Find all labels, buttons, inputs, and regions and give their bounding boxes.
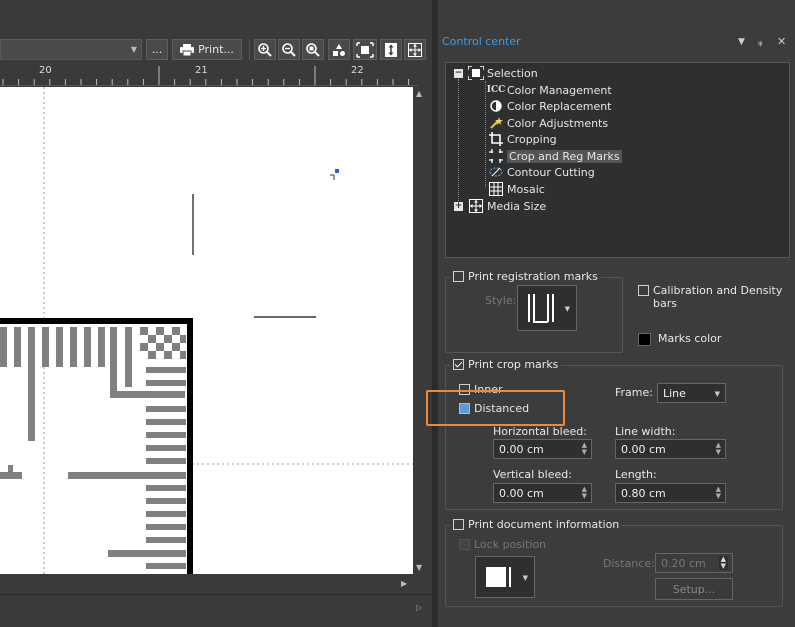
length-label: Length:	[615, 468, 657, 481]
document-info-checkbox[interactable]	[453, 519, 464, 530]
scroll-down-icon[interactable]: ▼	[416, 563, 422, 572]
highlight-box	[426, 390, 565, 426]
fit-selection-icon[interactable]	[353, 39, 377, 60]
spinner-icon[interactable]: ▲ ▼	[582, 486, 587, 500]
tree-node-cropping[interactable]: Cropping	[488, 131, 557, 147]
ruler-mark-21: 21	[195, 65, 208, 76]
mosaic-icon	[488, 181, 504, 197]
vertical-bleed-input[interactable]: 0.00 cm ▲ ▼	[493, 483, 592, 503]
spinner-icon[interactable]: ▲ ▼	[718, 556, 728, 570]
reg-style-icon	[528, 294, 554, 323]
fit-height-icon[interactable]	[380, 39, 402, 60]
tree-node-crop-and-reg-marks[interactable]: Crop and Reg Marks	[488, 148, 622, 164]
style-selector[interactable]: ▼	[517, 285, 577, 331]
style-label: Style:	[485, 294, 517, 307]
calibration-checkbox[interactable]	[638, 285, 649, 296]
expand-icon[interactable]: +	[454, 202, 463, 211]
registration-checkbox[interactable]	[453, 271, 464, 282]
tree-guide	[458, 79, 459, 205]
lock-position-checkbox[interactable]	[459, 539, 470, 550]
distance-label: Distance:	[603, 557, 655, 570]
magic-wand-icon	[488, 115, 504, 131]
print-button-label: Print...	[198, 43, 234, 56]
ruler-mark-22: 22	[351, 65, 364, 76]
frame-label: Frame:	[615, 386, 653, 399]
line-width-input[interactable]: 0.00 cm ▲ ▼	[615, 439, 726, 459]
selection-icon	[468, 65, 484, 81]
tree-node-color-adjustments[interactable]: Color Adjustments	[488, 115, 608, 131]
tree-node-mosaic[interactable]: Mosaic	[488, 181, 545, 197]
spinner-icon[interactable]: ▲ ▼	[716, 486, 721, 500]
shapes-icon[interactable]	[328, 39, 350, 60]
vertical-scrollbar[interactable]: ▲ ▼	[413, 87, 428, 574]
info-position-icon	[486, 567, 511, 587]
horizontal-bleed-label: Horizontal bleed:	[493, 425, 587, 438]
marks-color-label: Marks color	[658, 332, 722, 345]
zoom-selection-icon[interactable]	[302, 39, 324, 60]
status-expand-icon[interactable]: ▷	[416, 603, 422, 612]
horizontal-ruler: 20 21 22	[0, 64, 418, 86]
tree-node-media-size[interactable]: Media Size	[468, 198, 546, 214]
line-width-label: Line width:	[615, 425, 676, 438]
info-position-selector[interactable]: ▼	[475, 556, 535, 598]
lock-position-row[interactable]: Lock position	[459, 538, 546, 551]
horizontal-bleed-input[interactable]: 0.00 cm ▲ ▼	[493, 439, 592, 459]
media-size-icon	[468, 198, 484, 214]
crop-icon	[488, 131, 504, 147]
more-button[interactable]: ...	[146, 39, 168, 60]
zoom-out-icon[interactable]	[278, 39, 300, 60]
page-canvas[interactable]	[0, 87, 413, 574]
toolbar: ▼ ... Print...	[0, 0, 432, 62]
collapse-icon[interactable]: −	[454, 69, 463, 78]
chevron-down-icon: ▼	[564, 305, 570, 313]
chevron-down-icon: ▼	[522, 574, 528, 582]
pin-icon[interactable]: ᵩ	[758, 35, 763, 48]
distance-input[interactable]: 0.20 cm ▲ ▼	[655, 553, 733, 573]
fit-page-icon[interactable]	[404, 39, 426, 60]
spinner-icon[interactable]: ▲ ▼	[716, 442, 721, 456]
zoom-in-icon[interactable]	[254, 39, 276, 60]
page-artwork	[0, 87, 413, 574]
status-bar: ▷	[0, 594, 432, 627]
toolbar-separator	[249, 39, 250, 60]
tool-tree: − Selection ICC Color Management Color R…	[445, 62, 790, 258]
tree-node-color-replacement[interactable]: Color Replacement	[488, 98, 612, 114]
panel-menu-icon[interactable]: ▼	[738, 37, 745, 47]
control-center-panel: Control center ▼ ᵩ ✕ − Selection ICC Col…	[438, 0, 795, 627]
length-input[interactable]: 0.80 cm ▲ ▼	[615, 483, 726, 503]
calibration-checkbox-row[interactable]: Calibration and Density bars	[638, 284, 788, 310]
chevron-down-icon: ▼	[714, 390, 720, 398]
tree-guide	[485, 81, 486, 187]
vertical-bleed-label: Vertical bleed:	[493, 468, 572, 481]
scroll-right-icon[interactable]: ▶	[401, 579, 407, 588]
crop-marks-checkbox[interactable]	[453, 359, 464, 370]
contour-cut-icon	[488, 164, 504, 180]
tree-node-contour-cutting[interactable]: Contour Cutting	[488, 164, 595, 180]
spinner-icon[interactable]: ▲ ▼	[582, 442, 587, 456]
printer-icon	[180, 43, 195, 56]
marks-color-swatch[interactable]	[638, 333, 651, 346]
horizontal-scrollbar[interactable]: ▶	[0, 576, 413, 592]
print-button[interactable]: Print...	[172, 39, 242, 60]
crop-marks-icon	[488, 148, 504, 164]
color-replacement-icon	[488, 98, 504, 114]
print-crop-marks-row[interactable]: Print crop marks	[450, 358, 562, 371]
close-icon[interactable]: ✕	[777, 35, 786, 48]
tree-node-color-management[interactable]: ICC Color Management	[486, 82, 612, 98]
frame-dropdown[interactable]: Line ▼	[657, 383, 726, 403]
scroll-up-icon[interactable]: ▲	[416, 89, 422, 98]
panel-title: Control center	[442, 35, 521, 48]
icc-icon: ICC	[486, 85, 506, 95]
tree-node-selection[interactable]: Selection	[468, 65, 538, 81]
document-area: ▼ ... Print... 20 21 22 ▲ ▼ ▶ ▷	[0, 0, 432, 627]
print-document-info-row[interactable]: Print document information	[450, 518, 623, 531]
chevron-down-icon: ▼	[130, 45, 137, 54]
setup-button[interactable]: Setup...	[655, 578, 733, 600]
print-registration-checkbox[interactable]: Print registration marks	[450, 270, 601, 283]
ruler-mark-20: 20	[39, 65, 52, 76]
view-combo[interactable]: ▼	[0, 39, 142, 60]
